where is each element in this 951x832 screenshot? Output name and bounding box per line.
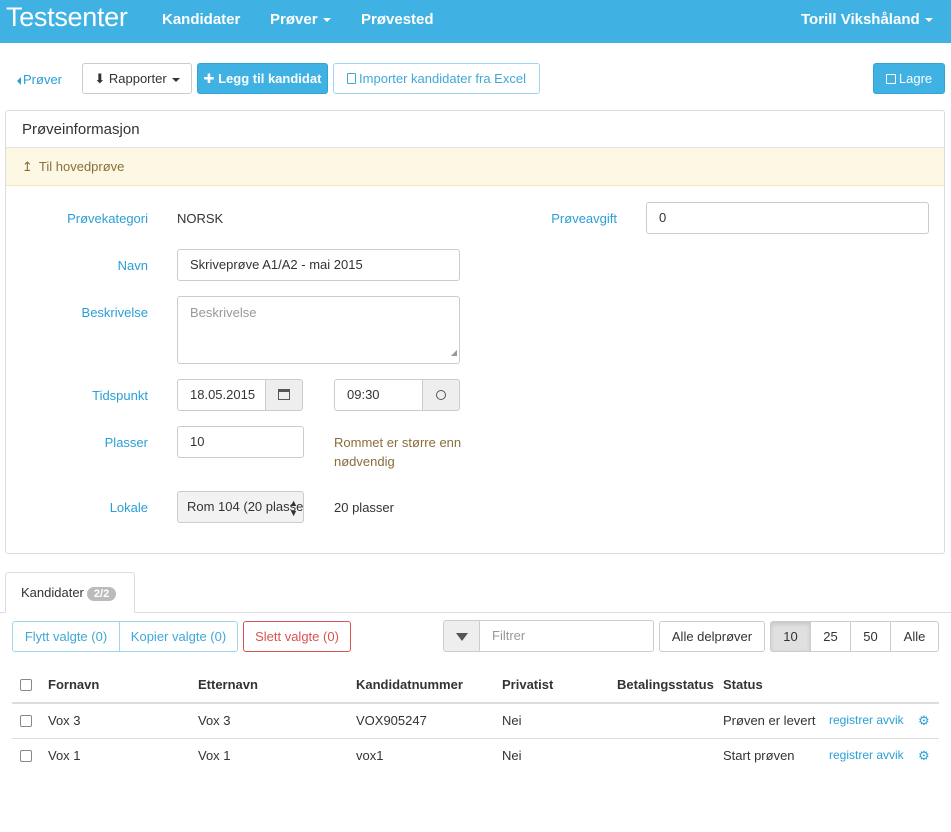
- main-test-link[interactable]: Til hovedprøve: [39, 159, 125, 174]
- clock-button[interactable]: [422, 379, 460, 411]
- description-placeholder: Beskrivelse: [190, 305, 257, 320]
- calendar-button[interactable]: [265, 379, 303, 411]
- row-checkbox[interactable]: [20, 750, 32, 762]
- cell-first-name: Vox 1: [48, 748, 81, 763]
- col-header-payment-status: Betalingsstatus: [617, 677, 714, 692]
- cell-status: Prøven er levert: [723, 713, 816, 728]
- page-size-25[interactable]: 25: [810, 621, 851, 652]
- filter-addon: [443, 620, 480, 652]
- fee-label: Prøveavgift: [551, 211, 617, 226]
- caret-down-icon: [171, 77, 180, 82]
- level-up-icon: ↥: [22, 159, 33, 174]
- nav-kandidater[interactable]: Kandidater: [162, 11, 240, 28]
- tab-candidates[interactable]: Kandidater 2/2: [5, 572, 135, 613]
- col-header-candidate-number: Kandidatnummer: [356, 677, 463, 692]
- page-size-50[interactable]: 50: [850, 621, 891, 652]
- table-header-divider: [12, 702, 939, 704]
- save-button[interactable]: Lagre: [873, 63, 945, 94]
- col-header-status: Status: [723, 677, 763, 692]
- filter-placeholder: Filtrer: [492, 628, 526, 643]
- filter-funnel-icon: [455, 632, 468, 641]
- download-icon: ⬇: [94, 71, 106, 86]
- fee-input[interactable]: 0: [646, 202, 929, 234]
- brand-logo[interactable]: Testsenter: [6, 2, 128, 33]
- location-select-value: Rom 104 (20 plasser): [187, 499, 304, 514]
- clock-icon: [436, 390, 446, 400]
- cell-first-name: Vox 3: [48, 713, 81, 728]
- tab-divider: [0, 612, 951, 613]
- nav-prover-dropdown[interactable]: Prøver: [270, 11, 331, 28]
- panel-title: Prøveinformasjon: [6, 111, 944, 148]
- nav-provested[interactable]: Prøvested: [361, 11, 434, 28]
- cell-private: Nei: [502, 713, 522, 728]
- name-label: Navn: [117, 258, 148, 273]
- cell-candidate-number: VOX905247: [356, 713, 427, 728]
- plus-icon: ✚: [203, 71, 215, 86]
- time-label: Tidspunkt: [92, 388, 148, 403]
- back-link-label: Prøver: [23, 72, 62, 87]
- seats-label: Plasser: [104, 435, 148, 450]
- time-input[interactable]: 09:30: [334, 379, 423, 411]
- user-name: Torill Vikshåland: [801, 11, 920, 28]
- page-size-10[interactable]: 10: [770, 621, 811, 652]
- location-label: Lokale: [109, 500, 148, 515]
- location-capacity: 20 plasser: [334, 500, 394, 515]
- reports-button[interactable]: ⬇ Rapporter: [82, 63, 192, 94]
- location-select[interactable]: Rom 104 (20 plasser) ▲ ▼: [177, 491, 304, 523]
- back-link[interactable]: Prøver: [17, 72, 62, 87]
- top-navbar: Testsenter Kandidater Prøver Prøvested T…: [0, 0, 951, 43]
- candidate-count-badge: 2/2: [86, 587, 117, 601]
- main-test-alert[interactable]: ↥ Til hovedprøve: [6, 148, 944, 186]
- gear-icon[interactable]: ⚙: [918, 748, 930, 764]
- category-label: Prøvekategori: [67, 211, 148, 226]
- caret-down-icon: [322, 18, 331, 23]
- seats-warning: Rommet er større enn nødvendig: [334, 435, 462, 469]
- page-size-all[interactable]: Alle: [890, 621, 939, 652]
- seats-input[interactable]: 10: [177, 426, 304, 458]
- floppy-disk-icon: [885, 74, 896, 84]
- import-excel-button[interactable]: Importer kandidater fra Excel: [333, 63, 540, 94]
- import-excel-label: Importer kandidater fra Excel: [359, 71, 526, 86]
- category-value: NORSK: [177, 211, 224, 226]
- user-menu[interactable]: Torill Vikshåland: [801, 11, 933, 28]
- col-header-first-name: Fornavn: [48, 677, 100, 692]
- caret-down-icon: [924, 18, 933, 23]
- row-checkbox[interactable]: [20, 715, 32, 727]
- description-label: Beskrivelse: [81, 305, 148, 320]
- all-subtests-button[interactable]: Alle delprøver: [659, 621, 765, 652]
- test-info-panel: Prøveinformasjon ↥ Til hovedprøve: [5, 110, 945, 554]
- filter-input[interactable]: Filtrer: [479, 620, 654, 652]
- nav-prover-label: Prøver: [270, 11, 318, 28]
- move-selected-button[interactable]: Flytt valgte (0): [12, 621, 120, 652]
- cell-private: Nei: [502, 748, 522, 763]
- cell-status: Start prøven: [723, 748, 795, 763]
- caret-left-icon: [17, 76, 21, 85]
- col-header-private: Privatist: [502, 677, 554, 692]
- tab-candidates-label: Kandidater: [21, 585, 84, 600]
- reports-label: Rapporter: [108, 71, 167, 86]
- resize-handle-icon: ◢: [450, 348, 457, 357]
- col-header-last-name: Etternavn: [198, 677, 258, 692]
- delete-selected-button[interactable]: Slett valgte (0): [243, 621, 351, 652]
- description-textarea[interactable]: Beskrivelse ◢: [177, 296, 460, 364]
- cell-last-name: Vox 1: [198, 748, 231, 763]
- save-label: Lagre: [898, 71, 933, 86]
- date-input[interactable]: 18.05.2015: [177, 379, 266, 411]
- register-deviation-link[interactable]: registrer avvik: [829, 748, 904, 762]
- add-candidate-label: Legg til kandidat: [218, 71, 322, 86]
- select-all-checkbox[interactable]: [20, 679, 32, 691]
- file-excel-icon: [347, 73, 357, 84]
- cell-candidate-number: vox1: [356, 748, 384, 763]
- add-candidate-button[interactable]: ✚ Legg til kandidat: [197, 63, 328, 94]
- name-input[interactable]: Skriveprøve A1/A2 - mai 2015: [177, 249, 460, 281]
- row-divider: [12, 738, 939, 739]
- copy-selected-button[interactable]: Kopier valgte (0): [119, 621, 238, 652]
- cell-last-name: Vox 3: [198, 713, 231, 728]
- select-arrows-icon: ▲ ▼: [289, 498, 298, 518]
- register-deviation-link[interactable]: registrer avvik: [829, 713, 904, 727]
- calendar-icon: [278, 389, 290, 400]
- gear-icon[interactable]: ⚙: [918, 713, 930, 729]
